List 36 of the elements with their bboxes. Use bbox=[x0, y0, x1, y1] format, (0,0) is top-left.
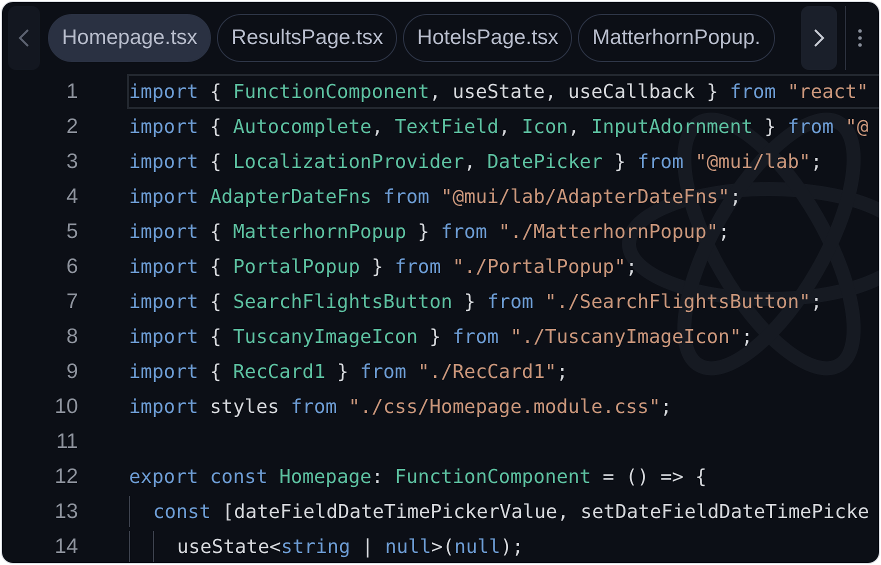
code-line: import AdapterDateFns from "@mui/lab/AdapterDateFns"; bbox=[129, 185, 742, 208]
chevron-left-icon bbox=[18, 28, 30, 48]
code-line: import { PortalPopup } from "./PortalPopup"; bbox=[129, 255, 638, 278]
code-line: import { SearchFlightsButton } from "./SearchFlightsButton"; bbox=[129, 290, 822, 313]
line-number: 9 bbox=[65, 360, 78, 384]
line-number: 2 bbox=[65, 114, 78, 138]
code-line: import { RecCard1 } from "./RecCard1"; bbox=[129, 360, 568, 383]
line-number: 6 bbox=[65, 254, 78, 278]
line-number: 11 bbox=[55, 430, 78, 454]
kebab-menu-icon bbox=[858, 29, 862, 47]
line-number: 4 bbox=[65, 184, 78, 208]
line-number: 14 bbox=[54, 534, 78, 558]
chevron-right-icon bbox=[813, 28, 825, 48]
line-number: 8 bbox=[65, 324, 78, 348]
file-tab[interactable]: ResultsPage.tsx bbox=[217, 14, 398, 62]
line-number: 1 bbox=[65, 80, 78, 104]
scroll-right-button[interactable] bbox=[801, 6, 837, 70]
line-number: 10 bbox=[54, 394, 78, 418]
code-line: export const Homepage: FunctionComponent = () => { bbox=[129, 465, 707, 488]
line-number: 13 bbox=[54, 500, 78, 524]
file-tab[interactable]: HotelsPage.tsx bbox=[403, 14, 572, 62]
code-line: import styles from "./css/Homepage.module.css"; bbox=[129, 395, 672, 418]
line-number: 5 bbox=[65, 220, 78, 244]
scroll-left-button[interactable] bbox=[8, 6, 40, 70]
code-line: const [dateFieldDateTimePickerValue, setDateFieldDateTimePicke bbox=[153, 500, 870, 523]
line-number: 12 bbox=[54, 464, 78, 488]
line-number: 7 bbox=[65, 290, 78, 314]
code-line: import { TuscanyImageIcon } from "./TuscanyImageIcon"; bbox=[129, 325, 753, 348]
code-line: import { FunctionComponent, useState, useCallback } from "react" bbox=[129, 80, 868, 103]
code-line: useState<string | null>(null); bbox=[177, 535, 524, 558]
code-line: import { MatterhornPopup } from "./MatterhornPopup"; bbox=[129, 220, 730, 243]
code-line: import { Autocomplete, TextField, Icon, InputAdornment } from "@ bbox=[129, 115, 868, 138]
line-number: 3 bbox=[65, 150, 78, 174]
file-tab[interactable]: MatterhornPopup. bbox=[578, 14, 775, 62]
file-tab[interactable]: Homepage.tsx bbox=[48, 14, 212, 62]
code-line: import { LocalizationProvider, DatePicker } from "@mui/lab"; bbox=[129, 150, 822, 173]
